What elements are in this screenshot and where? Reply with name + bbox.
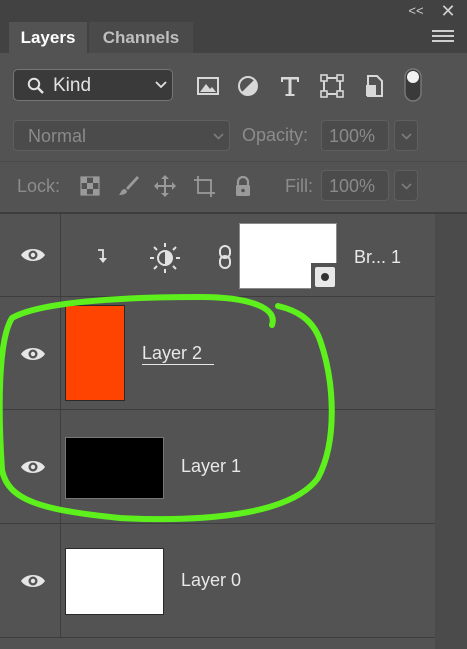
layers-list: Br... 1 Layer 2 Layer 1 Layer 0 [0,214,435,649]
chevron-down-icon [213,133,224,140]
layer-name[interactable]: Layer 0 [181,570,241,591]
pixel-layer-filter-icon[interactable] [194,72,222,100]
divider [0,161,467,162]
layer-name[interactable]: Layer 2 [142,343,215,365]
lock-label: Lock: [17,176,61,196]
type-layer-filter-icon[interactable] [276,72,304,100]
layer-mask-thumbnail[interactable] [239,223,337,289]
layer-thumbnail[interactable] [65,437,164,499]
chevron-down-icon [401,183,412,190]
eye-icon[interactable] [19,457,47,477]
filter-toggle-switch[interactable] [404,68,422,102]
link-icon[interactable] [217,244,233,270]
close-panel-icon[interactable]: ✕ [436,1,460,21]
layer-row-brightness[interactable]: Br... 1 [0,214,435,297]
filter-kind-select[interactable]: Kind [13,69,173,101]
filter-kind-label: Kind [53,75,92,96]
lock-artboard-icon[interactable] [192,174,216,198]
smart-object-filter-icon[interactable] [360,72,388,100]
search-icon [27,77,44,94]
lock-position-icon[interactable] [153,174,177,198]
layer-row-layer-1[interactable]: Layer 1 [0,410,435,524]
brightness-contrast-icon [150,243,180,273]
mask-badge-icon [315,267,335,287]
tab-layers[interactable]: Layers [9,22,87,53]
clipping-mask-arrow-icon [98,249,107,263]
shape-layer-filter-icon[interactable] [318,72,346,100]
layer-name[interactable]: Br... 1 [354,247,401,268]
eye-icon[interactable] [19,344,47,364]
collapse-panel-icon[interactable]: << [404,3,428,19]
layer-row-layer-0[interactable]: Layer 0 [0,524,435,638]
panel-menu-icon[interactable] [432,30,454,46]
opacity-field[interactable]: 100% [321,120,389,151]
tab-channels[interactable]: Channels [89,22,193,53]
opacity-label: Opacity: [242,125,309,145]
eye-icon[interactable] [19,245,47,265]
layers-scrollbar[interactable] [435,214,467,649]
layer-thumbnail[interactable] [65,548,164,615]
layer-row-layer-2[interactable]: Layer 2 [0,297,435,410]
fill-dropdown-button[interactable] [394,170,418,201]
opacity-dropdown-button[interactable] [394,120,418,151]
layer-name[interactable]: Layer 1 [181,456,241,477]
opacity-value: 100% [329,126,376,146]
layer-thumbnail[interactable] [65,305,125,401]
panel-top-strip [0,0,467,22]
fill-label: Fill: [285,176,313,196]
chevron-down-icon [155,81,167,89]
blend-mode-value: Normal [28,126,87,146]
adjustment-layer-filter-icon[interactable] [234,72,262,100]
lock-all-icon[interactable] [231,174,255,198]
lock-transparent-pixels-icon[interactable] [78,174,102,198]
tab-bar: Layers Channels [0,22,467,53]
blend-mode-select[interactable]: Normal [13,120,230,151]
lock-image-pixels-icon[interactable] [116,174,140,198]
chevron-down-icon [401,133,412,140]
fill-field[interactable]: 100% [321,170,389,201]
eye-icon[interactable] [19,571,47,591]
fill-value: 100% [329,176,376,196]
